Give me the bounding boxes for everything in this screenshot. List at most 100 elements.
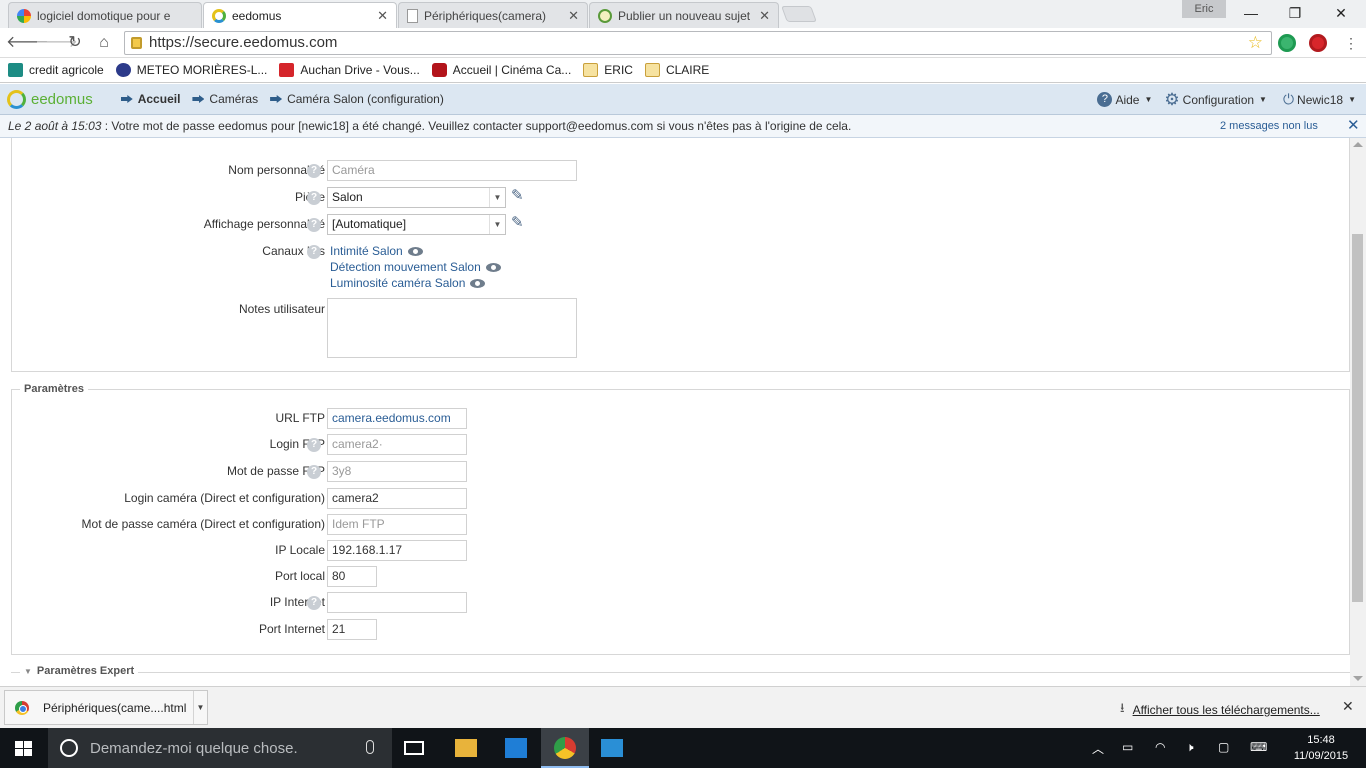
- edit-pencil-icon[interactable]: ✎: [511, 215, 527, 231]
- help-icon[interactable]: ?: [307, 218, 321, 232]
- eye-icon: [470, 278, 486, 288]
- bookmark-folder-eric[interactable]: ERIC: [583, 63, 633, 77]
- nom-input[interactable]: Caméra: [327, 160, 577, 181]
- form-row-parametre: Mot de passe FTP: [0, 461, 600, 483]
- help-icon[interactable]: ?: [307, 438, 321, 452]
- forward-icon[interactable]: 🡒: [35, 32, 78, 54]
- user-menu[interactable]: ⏻ Newic18 ▼: [1283, 91, 1356, 108]
- tab-google-search[interactable]: logiciel domotique pour e: [8, 2, 202, 28]
- form-row-parametre: Mot de passe caméra (Direct et configura…: [0, 514, 600, 536]
- bookmark-cinema[interactable]: Accueil | Cinéma Ca...: [431, 63, 572, 77]
- parametres-expert-toggle[interactable]: ▼ Paramètres Expert: [20, 665, 139, 677]
- microphone-icon[interactable]: [366, 740, 374, 754]
- unread-messages-link[interactable]: 2 messages non lus: [1220, 115, 1318, 137]
- parametre-input[interactable]: camera2·: [327, 434, 467, 455]
- parametre-input[interactable]: 3y8: [327, 461, 467, 482]
- browser-tab-strip: logiciel domotique pour e eedomus ✕ Péri…: [0, 0, 1366, 28]
- scrollbar-thumb[interactable]: [1352, 234, 1363, 602]
- parametre-label: Port Internet: [258, 622, 325, 636]
- task-view-icon[interactable]: [404, 741, 424, 755]
- extension-green-icon[interactable]: [1278, 34, 1296, 52]
- edit-pencil-icon[interactable]: ✎: [511, 188, 527, 204]
- notification-icon[interactable]: ▢: [1218, 740, 1229, 754]
- home-icon[interactable]: ⌂: [93, 32, 115, 54]
- store-icon[interactable]: [505, 738, 527, 758]
- scroll-up-icon[interactable]: [1353, 142, 1363, 147]
- cortana-search-box[interactable]: Demandez-moi quelque chose.: [48, 728, 392, 768]
- tab-eedomus[interactable]: eedomus ✕: [203, 2, 397, 28]
- bookmark-auchan[interactable]: Auchan Drive - Vous...: [279, 63, 420, 77]
- chevron-down-icon[interactable]: ▼: [193, 691, 207, 724]
- restore-icon[interactable]: ❐: [1280, 2, 1310, 24]
- tab-peripheriques[interactable]: Périphériques(camera) ✕: [398, 2, 588, 28]
- parametre-input[interactable]: 192.168.1.17: [327, 540, 467, 561]
- help-icon[interactable]: ?: [307, 465, 321, 479]
- profile-button[interactable]: Eric: [1182, 0, 1226, 18]
- tab-publier-sujet[interactable]: Publier un nouveau sujet ✕: [589, 2, 779, 28]
- bookmark-label: CLAIRE: [665, 63, 710, 77]
- parametre-label: Mot de passe caméra (Direct et configura…: [81, 517, 325, 531]
- close-tab-icon[interactable]: ✕: [377, 8, 388, 24]
- address-bar[interactable]: https://secure.eedomus.com ☆: [124, 31, 1272, 55]
- bookmark-meteo[interactable]: METEO MORIÈRES-L...: [115, 63, 267, 77]
- reload-icon[interactable]: ↻: [64, 32, 86, 54]
- battery-icon[interactable]: ▭: [1122, 740, 1133, 754]
- parametre-input[interactable]: 21: [327, 619, 377, 640]
- new-tab-button[interactable]: [781, 6, 817, 22]
- back-icon[interactable]: 🡐: [6, 32, 49, 54]
- help-icon[interactable]: ?: [307, 596, 321, 610]
- volume-muted-icon[interactable]: 🕨: [1186, 740, 1194, 755]
- bookmark-folder-claire[interactable]: CLAIRE: [644, 63, 710, 77]
- bookmark-label: Accueil | Cinéma Ca...: [452, 63, 572, 77]
- parametre-input[interactable]: 80: [327, 566, 377, 587]
- download-item[interactable]: Périphériques(came....html ▼: [4, 690, 208, 725]
- main-content: Nom personnalisé ? Caméra Pièce ? Salon …: [0, 138, 1350, 686]
- form-row-parametre: Login caméra (Direct et configuration): [0, 488, 600, 510]
- breadcrumb-cameras[interactable]: Caméras: [192, 92, 258, 106]
- message-date: Le 2 août à 15:03: [8, 119, 102, 133]
- close-icon[interactable]: ✕: [1342, 698, 1354, 715]
- close-icon[interactable]: ✕: [1347, 115, 1360, 137]
- parametre-input[interactable]: camera2: [327, 488, 467, 509]
- affichage-select[interactable]: [Automatique] ▼: [327, 214, 506, 235]
- configuration-menu[interactable]: ⚙ Configuration ▼: [1164, 90, 1267, 110]
- scroll-down-icon[interactable]: [1353, 676, 1363, 681]
- help-icon[interactable]: ?: [307, 191, 321, 205]
- keyboard-icon[interactable]: ⌨: [1250, 740, 1267, 754]
- wifi-icon[interactable]: ◠: [1155, 740, 1165, 754]
- close-tab-icon[interactable]: ✕: [568, 8, 579, 24]
- close-tab-icon[interactable]: ✕: [759, 8, 770, 24]
- notes-textarea[interactable]: [327, 298, 577, 358]
- help-label: Aide: [1115, 92, 1140, 107]
- bookmark-star-icon[interactable]: ☆: [1248, 32, 1263, 54]
- parametre-input[interactable]: Idem FTP: [327, 514, 467, 535]
- channel-link-luminosite[interactable]: Luminosité caméra Salon: [330, 276, 486, 290]
- menu-icon[interactable]: ⋮: [1340, 32, 1362, 54]
- file-explorer-icon[interactable]: [455, 739, 477, 757]
- bookmark-credit-agricole[interactable]: credit agricole: [8, 63, 104, 77]
- piece-select[interactable]: Salon ▼: [327, 187, 506, 208]
- breadcrumb-label: Accueil: [137, 92, 181, 106]
- page-scrollbar[interactable]: [1350, 138, 1366, 686]
- camera-app-icon[interactable]: [601, 739, 623, 757]
- chrome-taskbar-button[interactable]: [541, 728, 589, 768]
- eedomus-logo[interactable]: eedomus: [7, 89, 93, 109]
- parametres-legend: Paramètres: [20, 383, 88, 395]
- chevron-up-icon[interactable]: ︿: [1092, 740, 1104, 757]
- minimize-icon[interactable]: —: [1236, 2, 1266, 24]
- breadcrumb-accueil[interactable]: Accueil: [120, 92, 181, 106]
- help-icon[interactable]: ?: [307, 245, 321, 259]
- close-window-icon[interactable]: ✕: [1326, 2, 1356, 24]
- parametre-input[interactable]: [327, 592, 467, 613]
- breadcrumb-camera-salon[interactable]: Caméra Salon (configuration): [270, 92, 444, 106]
- parametre-input[interactable]: camera.eedomus.com: [327, 408, 467, 429]
- channel-link-intimite[interactable]: Intimité Salon: [330, 244, 423, 258]
- windows-start-icon[interactable]: [15, 741, 32, 756]
- tab-title: logiciel domotique pour e: [37, 8, 171, 23]
- channel-link-detection[interactable]: Détection mouvement Salon: [330, 260, 501, 274]
- help-menu[interactable]: ? Aide ▼: [1097, 92, 1152, 107]
- help-icon[interactable]: ?: [307, 164, 321, 178]
- system-clock[interactable]: 15:48 11/09/2015: [1290, 732, 1352, 764]
- show-all-downloads-link[interactable]: ⭳ Afficher tous les téléchargements...: [1120, 699, 1320, 721]
- adblock-icon[interactable]: [1309, 34, 1327, 52]
